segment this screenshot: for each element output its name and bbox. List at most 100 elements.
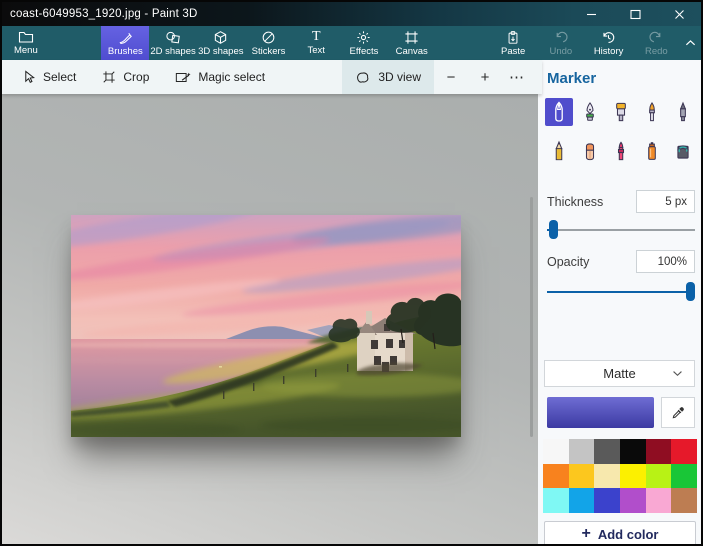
ribbon-tab-brushes[interactable]: Brushes (101, 26, 149, 60)
palette-swatch[interactable] (543, 488, 569, 513)
text-icon: T (312, 30, 321, 44)
3d-view-label: 3D view (378, 70, 421, 84)
material-dropdown[interactable]: Matte (544, 360, 695, 387)
palette-swatch[interactable] (543, 439, 569, 464)
paste-icon (506, 30, 520, 45)
ribbon-tab-label: 2D shapes (150, 46, 195, 57)
brush-icon (118, 30, 133, 45)
ribbon-tab-canvas[interactable]: Canvas (388, 26, 436, 60)
crop-button[interactable]: Crop (89, 60, 162, 94)
close-icon (674, 9, 685, 20)
ribbon-tab-label: Effects (350, 46, 379, 57)
ribbon-tab-stickers[interactable]: Stickers (245, 26, 293, 60)
menu-label: Menu (14, 45, 38, 56)
zoom-out-button[interactable]: − (434, 60, 468, 94)
magic-select-button[interactable]: Magic select (162, 60, 278, 94)
select-label: Select (43, 70, 76, 84)
palette-swatch[interactable] (543, 464, 569, 489)
palette-swatch[interactable] (569, 464, 595, 489)
eyedropper-icon (671, 405, 686, 420)
material-value: Matte (603, 366, 636, 381)
brush-spray-can[interactable] (638, 137, 666, 165)
palette-swatch[interactable] (594, 464, 620, 489)
brush-eraser[interactable] (576, 137, 604, 165)
palette-swatch[interactable] (620, 488, 646, 513)
window-title: coast-6049953_1920.jpg - Paint 3D (2, 8, 198, 20)
plus-icon: + (581, 525, 590, 543)
undo-icon (553, 30, 568, 45)
palette-swatch[interactable] (671, 488, 697, 513)
palette-swatch[interactable] (646, 488, 672, 513)
magic-select-label: Magic select (198, 70, 265, 84)
palette-swatch[interactable] (671, 439, 697, 464)
minimize-button[interactable] (569, 2, 613, 26)
brush-pencil[interactable] (545, 137, 573, 165)
palette-swatch[interactable] (620, 464, 646, 489)
panel-title: Marker (547, 70, 596, 87)
ribbon-tab-2d-shapes[interactable]: 2D shapes (149, 26, 197, 60)
brush-pixel-pen[interactable] (669, 98, 697, 126)
more-options-button[interactable]: ⋯ (502, 60, 532, 94)
stickers-icon (261, 30, 276, 45)
palette-swatch[interactable] (569, 488, 595, 513)
ribbon-tab-label: Canvas (396, 46, 428, 57)
thickness-slider-handle[interactable] (549, 220, 558, 239)
ribbon-tab-label: Text (308, 45, 325, 56)
2d-shapes-icon (165, 30, 181, 45)
palette-swatch[interactable] (671, 464, 697, 489)
magic-select-icon (175, 71, 191, 84)
minimize-icon (586, 9, 597, 20)
brush-calligraphy-pen[interactable] (576, 98, 604, 126)
zoom-in-button[interactable]: + (468, 60, 502, 94)
maximize-icon (630, 9, 641, 20)
eyedropper-button[interactable] (661, 397, 695, 428)
palette-swatch[interactable] (620, 439, 646, 464)
palette-swatch[interactable] (594, 488, 620, 513)
current-color-swatch[interactable] (547, 397, 654, 428)
brush-crayon[interactable] (607, 137, 635, 165)
brush-fill[interactable] (669, 137, 697, 165)
paste-button[interactable]: Paste (489, 26, 537, 60)
chevron-up-icon (685, 39, 696, 47)
crop-label: Crop (123, 70, 149, 84)
palette-swatch[interactable] (646, 439, 672, 464)
palette-swatch[interactable] (569, 439, 595, 464)
thickness-slider[interactable] (547, 220, 695, 239)
opacity-slider[interactable] (547, 282, 695, 301)
maximize-button[interactable] (613, 2, 657, 26)
history-icon (601, 30, 616, 45)
close-button[interactable] (657, 2, 701, 26)
effects-icon (356, 30, 371, 45)
paste-label: Paste (501, 46, 525, 57)
palette-swatch[interactable] (646, 464, 672, 489)
ribbon-tab-text[interactable]: T Text (292, 26, 340, 60)
canvas-workspace[interactable] (2, 94, 542, 546)
palette-swatch[interactable] (594, 439, 620, 464)
canvas-photo[interactable] (71, 215, 461, 437)
canvas-vertical-scrollbar[interactable] (530, 197, 533, 437)
redo-button[interactable]: Redo (632, 26, 680, 60)
select-button[interactable]: Select (10, 60, 89, 94)
opacity-slider-handle[interactable] (686, 282, 695, 301)
collapse-ribbon-button[interactable] (680, 26, 701, 60)
brush-panel: Marker (538, 60, 701, 546)
opacity-value-field[interactable]: 100% (636, 250, 695, 273)
ribbon-tab-3d-shapes[interactable]: 3D shapes (197, 26, 245, 60)
cursor-select-icon (23, 70, 36, 84)
brush-oil-brush[interactable] (607, 98, 635, 126)
history-button[interactable]: History (585, 26, 633, 60)
redo-icon (649, 30, 664, 45)
add-color-button[interactable]: + Add color (544, 521, 696, 546)
thickness-row: Thickness 5 px (547, 190, 695, 213)
undo-label: Undo (550, 46, 573, 57)
undo-button[interactable]: Undo (537, 26, 585, 60)
opacity-row: Opacity 100% (547, 250, 695, 273)
ribbon-tab-effects[interactable]: Effects (340, 26, 388, 60)
brush-watercolor[interactable] (638, 98, 666, 126)
3d-view-button[interactable]: 3D view (342, 60, 434, 94)
add-color-label: Add color (598, 527, 659, 542)
thickness-value-field[interactable]: 5 px (636, 190, 695, 213)
menu-button[interactable]: Menu (2, 26, 50, 60)
brush-marker[interactable] (545, 98, 573, 126)
redo-label: Redo (645, 46, 668, 57)
